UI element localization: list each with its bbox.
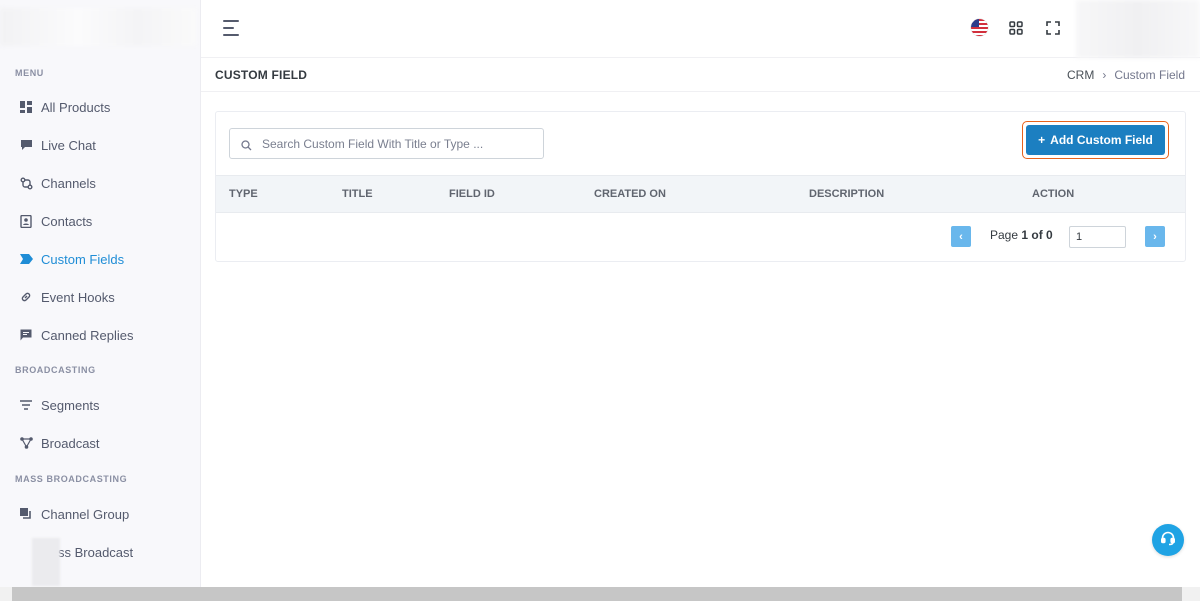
sidebar-item-broadcast[interactable]: Broadcast	[0, 425, 200, 461]
sidebar-item-channel-group[interactable]: Channel Group	[0, 496, 200, 532]
search-input[interactable]	[262, 129, 537, 158]
channels-icon	[19, 176, 33, 190]
sidebar-item-label: Segments	[41, 397, 100, 413]
fullscreen-icon[interactable]	[1042, 17, 1064, 39]
breadcrumb-item-crm[interactable]: CRM	[1067, 68, 1094, 82]
chevron-right-icon: ›	[1102, 68, 1107, 82]
custom-field-card: + Add Custom Field TYPE TITLE FIELD ID C…	[215, 111, 1186, 262]
add-custom-field-label: Add Custom Field	[1050, 133, 1153, 147]
message-icon	[19, 328, 33, 342]
sidebar-item-segments[interactable]: Segments	[0, 387, 200, 423]
page-prefix: Page	[990, 228, 1019, 242]
contacts-icon	[19, 214, 33, 228]
support-chat-button[interactable]	[1152, 524, 1184, 556]
sidebar-item-all-products[interactable]: All Products	[0, 89, 200, 125]
grid-icon	[19, 100, 33, 114]
section-title-broadcasting: BROADCASTING	[15, 365, 96, 375]
sidebar-item-label: Canned Replies	[41, 327, 134, 343]
headset-icon	[1160, 530, 1176, 551]
sidebar-item-label: Channel Group	[41, 506, 130, 522]
sidebar-item-label: Live Chat	[41, 137, 96, 153]
column-header-title[interactable]: TITLE	[342, 188, 373, 200]
page-count: 1 of 0	[1021, 228, 1053, 242]
breadcrumb-item-current: Custom Field	[1114, 68, 1185, 82]
sidebar-item-label: Event Hooks	[41, 289, 115, 305]
column-header-description[interactable]: DESCRIPTION	[809, 188, 884, 200]
menu-toggle-icon[interactable]	[223, 20, 241, 36]
channel-group-icon	[19, 507, 33, 521]
next-page-button[interactable]: ›	[1145, 226, 1165, 247]
sidebar-item-custom-fields[interactable]: Custom Fields	[0, 241, 200, 277]
link-icon	[19, 290, 33, 304]
search-icon	[241, 138, 252, 156]
sidebar-item-channels[interactable]: Channels	[0, 165, 200, 201]
page-title-bar: CUSTOM FIELD CRM › Custom Field	[201, 58, 1200, 92]
us-flag-icon[interactable]	[971, 19, 988, 36]
add-custom-field-button[interactable]: + Add Custom Field	[1026, 125, 1165, 155]
breadcrumb: CRM › Custom Field	[1067, 68, 1185, 82]
prev-page-button[interactable]: ‹	[951, 226, 971, 247]
section-title-mass-broadcasting: MASS BROADCASTING	[15, 474, 128, 484]
user-profile[interactable]	[1076, 0, 1200, 58]
add-custom-field-highlight: + Add Custom Field	[1022, 121, 1169, 159]
sidebar-item-label: Broadcast	[41, 435, 100, 451]
plus-icon: +	[1038, 133, 1046, 147]
sidebar: MENU All Products Live Chat Channels Con…	[0, 0, 201, 587]
broadcast-icon	[19, 436, 33, 450]
page-number-input[interactable]	[1069, 226, 1126, 248]
search-box	[229, 128, 544, 159]
table-header: TYPE TITLE FIELD ID CREATED ON DESCRIPTI…	[216, 175, 1185, 213]
apps-grid-icon[interactable]	[1005, 17, 1027, 39]
filter-icon	[19, 398, 33, 412]
scrollbar-thumb[interactable]	[12, 587, 1182, 601]
chat-icon	[19, 138, 33, 152]
column-header-type[interactable]: TYPE	[229, 188, 258, 200]
sidebar-item-label: Custom Fields	[41, 251, 125, 267]
horizontal-scrollbar[interactable]	[0, 587, 1200, 601]
column-header-created-on[interactable]: CREATED ON	[594, 188, 666, 200]
sidebar-item-label: All Products	[41, 99, 111, 115]
column-header-action: ACTION	[1032, 188, 1075, 200]
page-indicator: Page 1 of 0	[990, 228, 1053, 242]
brand-logo	[0, 8, 196, 46]
sidebar-item-mass-broadcast[interactable]: ss Broadcast	[0, 534, 200, 570]
page-title: CUSTOM FIELD	[215, 68, 308, 82]
sidebar-item-label: Contacts	[41, 213, 93, 229]
sidebar-item-label: ss Broadcast	[58, 544, 134, 560]
column-header-field-id[interactable]: FIELD ID	[449, 188, 495, 200]
tag-icon	[19, 252, 33, 266]
section-title-menu: MENU	[15, 68, 44, 78]
sidebar-item-event-hooks[interactable]: Event Hooks	[0, 279, 200, 315]
top-header	[201, 0, 1200, 58]
mass-broadcast-icon	[32, 538, 60, 586]
sidebar-item-label: Channels	[41, 175, 96, 191]
sidebar-item-canned-replies[interactable]: Canned Replies	[0, 317, 200, 353]
sidebar-item-contacts[interactable]: Contacts	[0, 203, 200, 239]
sidebar-item-live-chat[interactable]: Live Chat	[0, 127, 200, 163]
